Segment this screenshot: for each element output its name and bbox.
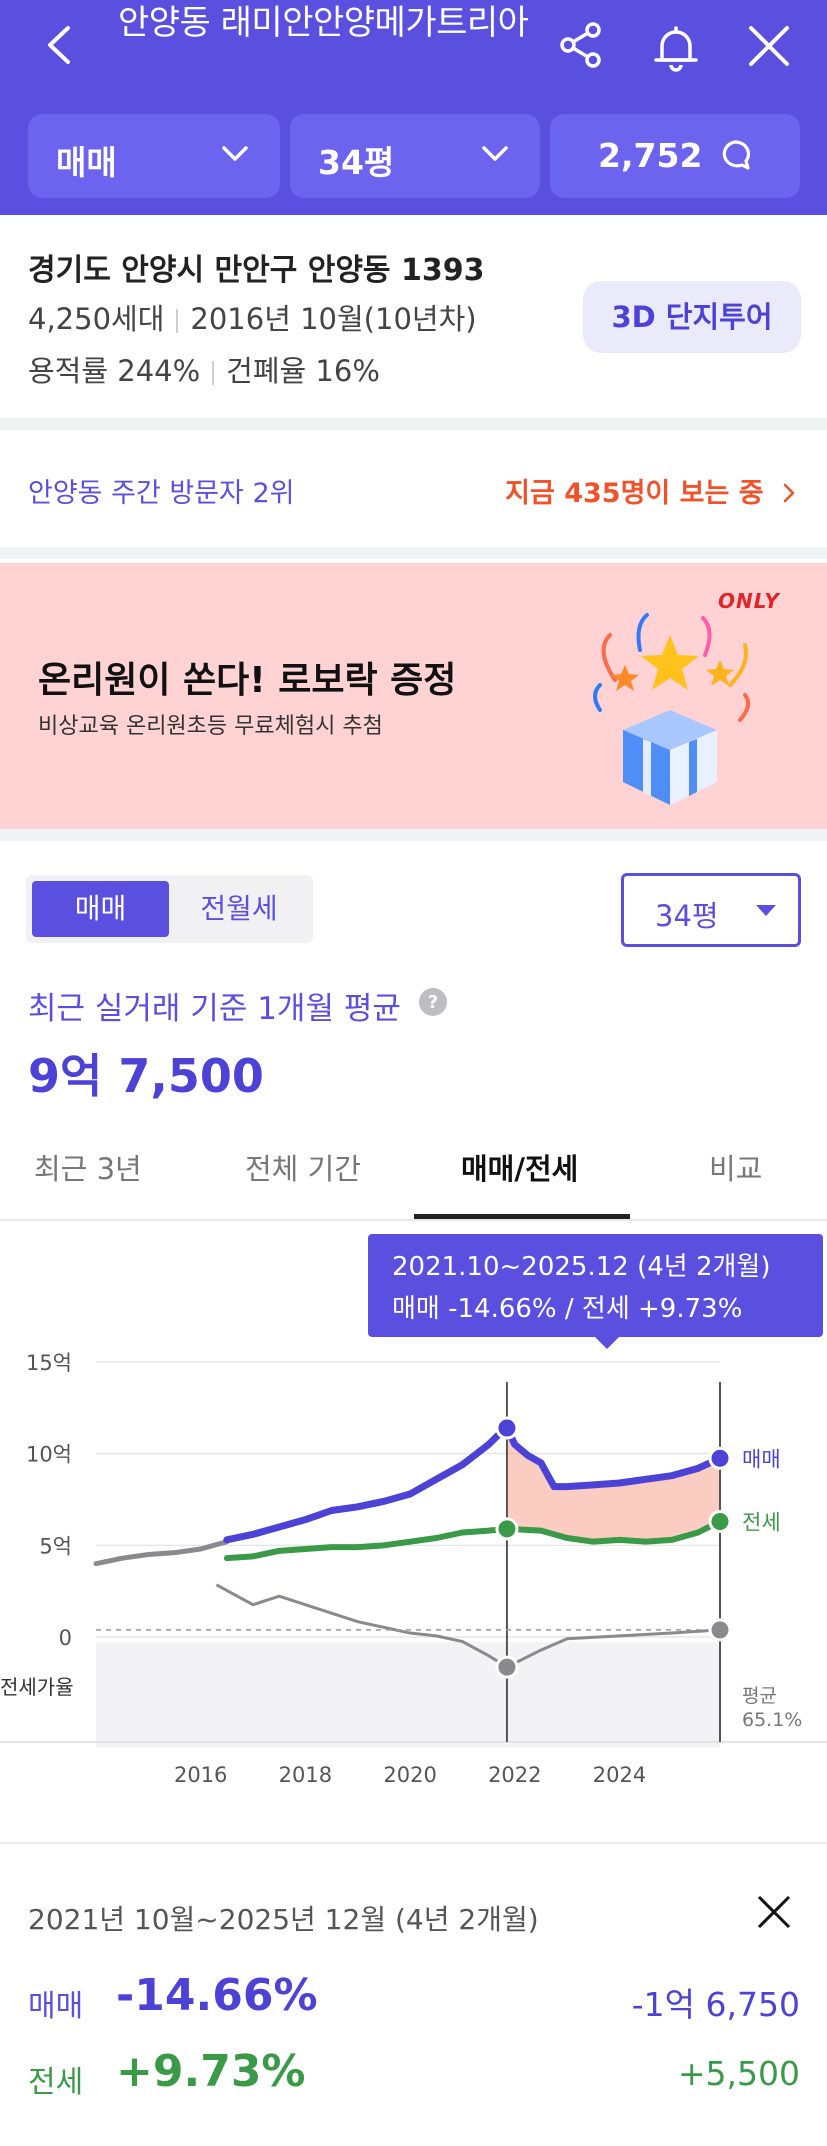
- series-label-sale: 매매: [742, 1447, 781, 1471]
- summary-sale-percent: -14.66%: [116, 1970, 318, 2021]
- visitor-rank[interactable]: 안양동 주간 방문자 2위: [28, 471, 295, 510]
- x-tick-label: 2016: [174, 1763, 227, 1787]
- summary-rent-label: 전세: [28, 2065, 84, 2100]
- close-icon[interactable]: [755, 1893, 793, 1931]
- viewers-now-text: 지금 435명이 보는 중: [505, 478, 764, 509]
- size-dropdown[interactable]: 34평: [621, 873, 801, 947]
- marker-sale-start: [495, 1416, 519, 1440]
- gift-box-icon: [593, 613, 751, 805]
- banner-title: 온리원이 쏜다! 로보락 증정: [38, 660, 457, 701]
- range-tooltip: 2021.10~2025.12 (4년 2개월) 매매 -14.66% / 전세…: [368, 1234, 823, 1337]
- chevron-down-icon: [222, 146, 248, 161]
- x-tick-label: 2024: [593, 1763, 646, 1787]
- tooltip-stats: 매매 -14.66% / 전세 +9.73%: [392, 1294, 743, 1324]
- y-tick-label: 5억: [39, 1534, 72, 1558]
- marker-sale-end: [708, 1446, 732, 1470]
- viewers-now-link[interactable]: 지금 435명이 보는 중: [505, 471, 799, 510]
- comment-count: 2,752: [598, 136, 703, 175]
- tooltip-arrow: [595, 1337, 619, 1349]
- banner-subtitle: 비상교육 온리원초등 무료체험시 추첨: [38, 714, 383, 739]
- chevron-right-icon: [783, 483, 795, 503]
- built-date: 2016년 10월(10년차): [190, 302, 477, 336]
- average-price-value: 9억 7,500: [28, 1049, 264, 1103]
- 3d-tour-button[interactable]: 3D 단지투어: [583, 281, 801, 353]
- section-divider: [0, 829, 827, 841]
- tab-sale-rent[interactable]: 매매/전세: [461, 1146, 578, 1188]
- tab-baseline: [0, 1219, 827, 1221]
- size-dropdown-label: 34평: [655, 899, 719, 933]
- summary-sale-label: 매매: [28, 1989, 84, 2024]
- y-tick-label: 10억: [26, 1443, 72, 1467]
- back-icon[interactable]: [40, 22, 80, 68]
- marker-ratio-end: [708, 1618, 732, 1642]
- toggle-sale[interactable]: 매매: [32, 881, 169, 937]
- marker-ratio-start: [495, 1655, 519, 1679]
- x-tick-label: 2020: [383, 1763, 436, 1787]
- complex-ratio-line: 용적률 244% 건폐율 16%: [28, 348, 380, 390]
- complex-address: 경기도 안양시 만안구 안양동 1393: [28, 253, 485, 288]
- summary-rent-percent: +9.73%: [116, 2046, 306, 2097]
- marker-rent-start: [495, 1517, 519, 1541]
- tab-compare[interactable]: 비교: [709, 1146, 762, 1188]
- building-coverage-ratio: 건폐율 16%: [226, 354, 380, 388]
- tooltip-range: 2021.10~2025.12 (4년 2개월): [392, 1252, 771, 1282]
- summary-rent-amount: +5,500: [677, 2054, 800, 2093]
- complex-summary-line: 4,250세대 2016년 10월(10년차): [28, 296, 477, 338]
- y-tick-label: 0: [59, 1626, 72, 1650]
- summary-sale-amount: -1억 6,750: [631, 1985, 800, 2024]
- section-divider: [0, 547, 827, 559]
- svg-text:?: ?: [428, 992, 438, 1013]
- toggle-rent[interactable]: 전월세: [171, 881, 307, 937]
- trade-type-label: 매매: [56, 143, 117, 182]
- share-icon[interactable]: [556, 20, 606, 70]
- area-label: 34평: [318, 143, 395, 182]
- tab-recent-3y[interactable]: 최근 3년: [34, 1146, 142, 1188]
- trade-type-select[interactable]: 매매: [28, 114, 280, 198]
- ratio-band: [96, 1642, 720, 1747]
- section-divider: [0, 418, 827, 430]
- divider: [176, 309, 179, 333]
- series-label-rent: 전세: [742, 1511, 781, 1535]
- ratio-average-value: 65.1%: [742, 1709, 802, 1731]
- dropdown-arrow-icon: [756, 905, 776, 916]
- active-tab-indicator: [414, 1214, 630, 1219]
- summary-period: 2021년 10월~2025년 12월 (4년 2개월): [28, 1903, 539, 1936]
- y-tick-label: 15억: [26, 1351, 72, 1375]
- households: 4,250세대: [28, 302, 165, 336]
- x-tick-label: 2022: [488, 1763, 541, 1787]
- ratio-axis-label: 전세가율: [0, 1675, 74, 1699]
- average-price-label: 최근 실거래 기준 1개월 평균: [28, 991, 401, 1027]
- divider: [212, 361, 215, 385]
- close-icon[interactable]: [745, 22, 793, 70]
- comments-button[interactable]: 2,752: [550, 114, 800, 198]
- ratio-average-label: 평균: [742, 1685, 777, 1707]
- comment-icon: [722, 140, 750, 170]
- top-header: 안양동 래미안안양메가트리아 매매 34평 2,752: [0, 0, 827, 215]
- floor-area-ratio: 용적률 244%: [28, 354, 201, 388]
- x-tick-label: 2018: [279, 1763, 332, 1787]
- chevron-down-icon: [482, 146, 508, 161]
- page-title: 안양동 래미안안양메가트리아: [118, 3, 529, 43]
- help-icon[interactable]: ?: [418, 987, 448, 1017]
- tab-all-period[interactable]: 전체 기간: [245, 1146, 361, 1188]
- marker-rent-end: [708, 1510, 732, 1533]
- bell-icon[interactable]: [648, 20, 704, 76]
- area-select[interactable]: 34평: [290, 114, 540, 198]
